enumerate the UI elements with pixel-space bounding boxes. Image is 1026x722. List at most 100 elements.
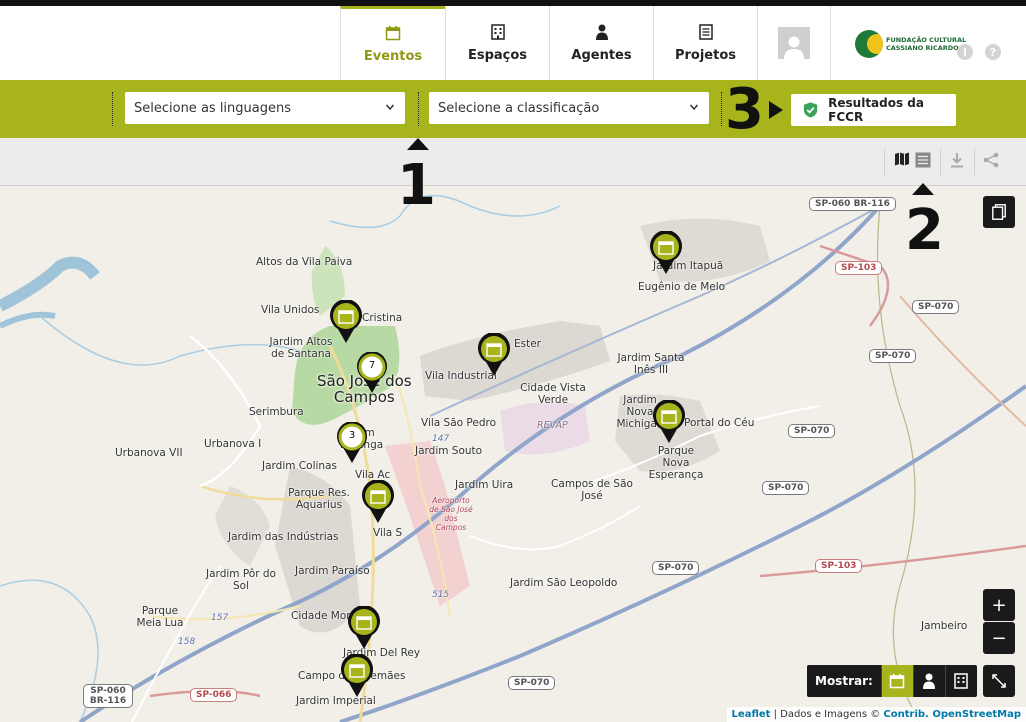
place-label: Campos de São José bbox=[551, 478, 633, 502]
highway-shield: SP-103 bbox=[835, 261, 883, 275]
place-label: Jardim Altos de Santana bbox=[269, 336, 333, 360]
tab-label: Espaços bbox=[467, 47, 528, 63]
map-view-icon[interactable] bbox=[895, 152, 909, 166]
layers-button[interactable] bbox=[983, 196, 1015, 228]
event-marker[interactable] bbox=[649, 231, 683, 275]
event-marker[interactable] bbox=[361, 480, 395, 524]
highway-shield: SP-070 bbox=[762, 481, 810, 495]
tab-espacos[interactable]: Espaços bbox=[445, 6, 549, 80]
place-label: Parque Res. Aquarius bbox=[288, 487, 350, 511]
calendar-icon bbox=[385, 26, 401, 41]
tab-label: Agentes bbox=[571, 47, 632, 63]
fccr-results-button[interactable]: Resultados da FCCR bbox=[791, 94, 956, 126]
avatar-person-icon bbox=[784, 36, 804, 59]
languages-select[interactable]: Selecione as linguagens bbox=[125, 92, 405, 124]
classification-select-text: Selecione a classificação bbox=[438, 100, 600, 116]
logo-line2: CASSIANO RICARDO bbox=[886, 44, 959, 52]
callout-arrow bbox=[407, 138, 429, 150]
show-events-toggle[interactable] bbox=[880, 665, 913, 697]
cluster-count: 7 bbox=[368, 360, 376, 371]
event-marker[interactable] bbox=[347, 606, 381, 650]
expand-icon bbox=[992, 674, 1006, 688]
highway-shield: SP-103 bbox=[815, 559, 863, 573]
place-label: Jardim Uira bbox=[455, 479, 514, 491]
shield-check-icon bbox=[803, 102, 818, 118]
place-label: Cidade Mor bbox=[291, 610, 351, 622]
attribution-text: | Dados e Imagens © bbox=[770, 709, 884, 720]
header: Eventos Espaços Agentes Projetos FUNDAÇÃ… bbox=[0, 6, 1026, 80]
tab-eventos[interactable]: Eventos bbox=[340, 6, 445, 80]
highway-shield: SP-070 bbox=[912, 300, 960, 314]
user-menu[interactable] bbox=[757, 6, 831, 80]
list-view-icon[interactable] bbox=[915, 152, 931, 168]
road-number: 147 bbox=[432, 434, 450, 444]
highway-shield: SP-070 bbox=[788, 424, 836, 438]
zoom-out-button[interactable]: − bbox=[983, 622, 1015, 654]
help-icon[interactable]: ? bbox=[985, 44, 1001, 60]
map[interactable]: Altos da Vila Paiva Vila Unidos Jardim A… bbox=[0, 186, 1026, 722]
event-marker[interactable] bbox=[477, 333, 511, 377]
chevron-down-icon bbox=[689, 104, 699, 111]
languages-select-text: Selecione as linguagens bbox=[134, 100, 291, 116]
place-label: Parque Nova Esperança bbox=[648, 445, 704, 481]
place-label: REVAP bbox=[537, 420, 568, 431]
fccr-logo: FUNDAÇÃO CULTURAL CASSIANO RICARDO bbox=[855, 30, 966, 58]
place-label: Jardim Souto bbox=[415, 445, 483, 457]
chevron-down-icon bbox=[385, 104, 395, 111]
tab-agentes[interactable]: Agentes bbox=[549, 6, 653, 80]
zoom-in-button[interactable]: + bbox=[983, 589, 1015, 621]
person-icon bbox=[923, 673, 936, 689]
share-icon[interactable] bbox=[983, 152, 999, 168]
place-label: Altos da Vila Paiva bbox=[256, 256, 353, 268]
divider bbox=[884, 149, 885, 175]
show-spaces-toggle[interactable] bbox=[944, 665, 977, 697]
highway-shield: SP-066 bbox=[190, 688, 238, 702]
highway-shield: SP-070 bbox=[508, 676, 556, 690]
building-icon bbox=[954, 673, 969, 689]
event-marker[interactable] bbox=[340, 654, 374, 698]
callout-number: 2 bbox=[905, 198, 944, 263]
event-marker[interactable] bbox=[652, 400, 686, 444]
fccr-logo-mark bbox=[855, 30, 883, 58]
callout-arrow bbox=[912, 183, 934, 195]
download-icon[interactable] bbox=[950, 152, 964, 168]
leaflet-link[interactable]: Leaflet bbox=[732, 709, 771, 720]
place-label: Jardim das Indústrias bbox=[228, 531, 339, 543]
place-label: Vila S bbox=[373, 527, 403, 539]
info-icon[interactable]: i bbox=[957, 44, 973, 60]
place-label: Urbanova VII bbox=[115, 447, 183, 459]
highway-shield: SP-070 bbox=[652, 561, 700, 575]
place-label: Eugênio de Melo bbox=[638, 281, 726, 293]
place-label: Jardim Colinas bbox=[262, 460, 337, 472]
cluster-pin bbox=[337, 422, 367, 463]
place-label: Portal do Céu bbox=[684, 417, 755, 429]
show-agents-toggle[interactable] bbox=[912, 665, 945, 697]
divider bbox=[418, 92, 419, 126]
tab-projetos[interactable]: Projetos bbox=[653, 6, 757, 80]
map-attribution: Leaflet | Dados e Imagens © Contrib. Ope… bbox=[726, 707, 1026, 722]
callout-number: 3 bbox=[725, 77, 764, 142]
calendar-icon bbox=[890, 674, 905, 689]
building-icon bbox=[490, 23, 505, 40]
divider bbox=[721, 92, 722, 126]
divider bbox=[974, 149, 975, 175]
divider bbox=[940, 149, 941, 175]
event-marker[interactable] bbox=[329, 300, 363, 344]
classification-select[interactable]: Selecione a classificação bbox=[429, 92, 709, 124]
place-label: Serimbura bbox=[249, 406, 304, 418]
document-icon bbox=[698, 23, 713, 40]
show-filter: Mostrar: bbox=[807, 665, 977, 697]
callout-number: 1 bbox=[397, 153, 436, 218]
osm-link[interactable]: Contrib. OpenStreetMap bbox=[883, 709, 1021, 720]
place-label: Vila Unidos bbox=[261, 304, 320, 316]
cluster-count: 3 bbox=[348, 430, 356, 441]
cluster-marker[interactable]: 3 bbox=[335, 422, 369, 464]
cluster-pin bbox=[357, 352, 387, 393]
fullscreen-button[interactable] bbox=[983, 665, 1015, 697]
place-label: Jambeiro bbox=[921, 620, 968, 632]
place-label: Urbanova I bbox=[204, 438, 262, 450]
tab-label: Projetos bbox=[674, 47, 737, 63]
cluster-marker[interactable]: 7 bbox=[355, 352, 389, 394]
place-label: Jardim São Leopoldo bbox=[510, 577, 618, 589]
layers-icon bbox=[992, 204, 1006, 220]
